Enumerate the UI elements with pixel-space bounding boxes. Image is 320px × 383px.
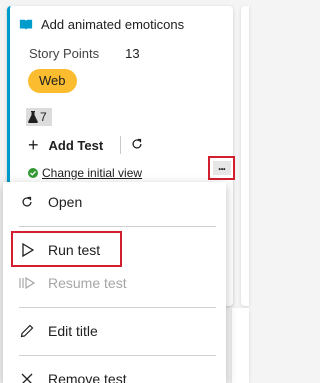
menu-item-label: Open [48,194,83,210]
menu-item-label: Edit title [48,323,98,339]
refresh-icon[interactable] [130,137,144,151]
flask-icon [28,111,38,123]
refresh-icon [19,194,35,210]
card-title-row[interactable]: Add animated emoticons [19,17,184,32]
adjacent-card-lower [232,308,249,383]
menu-divider [19,307,216,308]
test-status-row: Change initial view [28,166,142,180]
menu-item-resume-test[interactable]: Resume test [3,265,226,301]
add-test-label: Add Test [48,137,104,153]
pencil-icon [19,323,35,339]
story-points-row: Story Points 13 [29,46,140,61]
book-icon [19,19,33,30]
resume-icon [19,275,35,291]
menu-item-open[interactable]: Open [3,184,226,220]
menu-item-label: Remove test [48,371,127,383]
toolbar-divider [120,136,121,154]
close-icon [19,371,35,383]
menu-divider [19,226,216,227]
more-icon: ... [212,160,231,175]
more-actions-button[interactable]: ... [208,156,235,180]
test-count: 7 [40,110,47,124]
check-icon [28,168,38,178]
menu-item-label: Resume test [48,275,127,291]
card-title[interactable]: Add animated emoticons [41,17,184,32]
menu-item-edit-title[interactable]: Edit title [3,313,226,349]
adjacent-card [241,6,249,306]
change-initial-view-link[interactable]: Change initial view [42,166,142,180]
story-points-value: 13 [125,46,140,61]
tag-web[interactable]: Web [28,69,77,93]
story-points-label: Story Points [29,46,100,61]
run-test-highlight [11,231,122,267]
test-count-badge[interactable]: 7 [26,108,52,126]
context-menu: Open Run test Resume test Edit title Rem… [3,182,226,383]
add-test-button[interactable]: + Add Test [28,134,103,156]
menu-divider [19,355,216,356]
plus-icon: + [28,135,39,155]
menu-item-remove-test[interactable]: Remove test [3,361,226,383]
